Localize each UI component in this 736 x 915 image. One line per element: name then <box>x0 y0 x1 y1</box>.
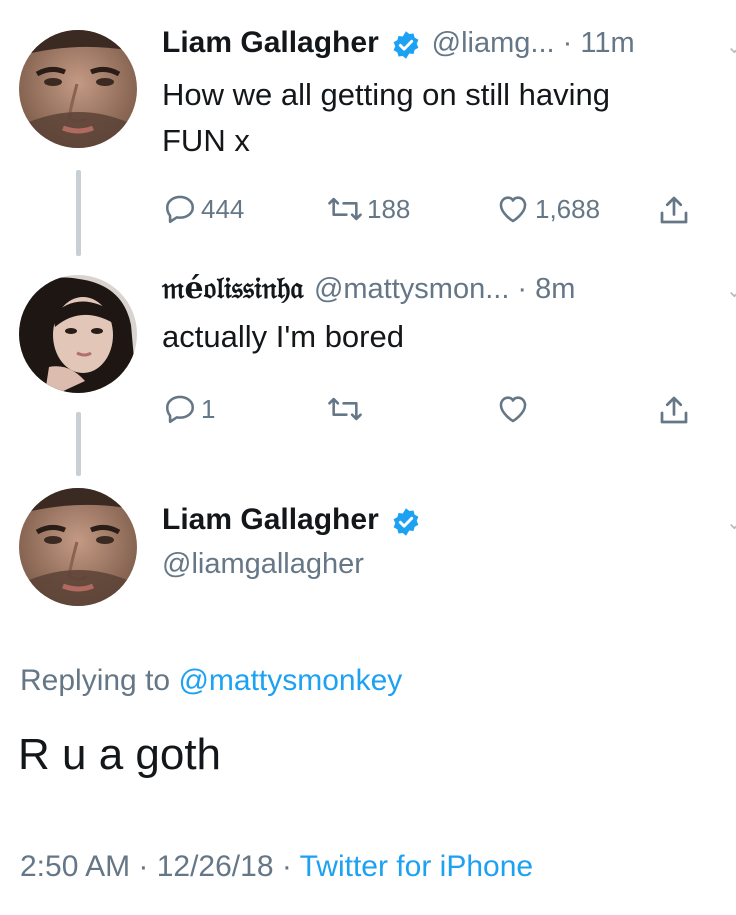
like-icon <box>495 192 531 226</box>
share-icon <box>656 392 692 428</box>
replying-to: Replying to @mattysmonkey <box>20 664 402 698</box>
like-button[interactable] <box>495 392 531 426</box>
author-name[interactable]: Liam Gallagher <box>162 26 379 59</box>
retweet-button[interactable] <box>325 392 365 426</box>
author-name[interactable]: Liam Gallagher <box>162 503 379 536</box>
author-handle[interactable]: @liamgallagher <box>162 548 364 581</box>
chevron-down-icon[interactable]: ⌄ <box>726 278 736 303</box>
tweet1-text: How we all getting on still having FUN x <box>162 77 611 158</box>
author-handle-time[interactable]: @liamg... · 11m <box>432 27 635 59</box>
main-tweet-text: R u a goth <box>18 730 222 779</box>
retweet-icon <box>325 192 365 226</box>
reply-icon <box>163 392 197 426</box>
author-handle-time[interactable]: @mattysmon... · 8m <box>314 273 575 305</box>
replying-to-link[interactable]: @mattysmonkey <box>178 664 402 697</box>
chevron-down-icon[interactable]: ⌄ <box>726 34 736 59</box>
author-name[interactable]: 𝔪é𝔬𝔩𝔦𝔰𝔰𝔦𝔫𝔥𝔞 <box>162 271 304 306</box>
tweet1-header: Liam Gallagher @liamg... · 11m <box>162 26 635 65</box>
reply-button[interactable]: 444 <box>163 192 244 226</box>
avatar-meolissinha[interactable] <box>19 275 137 393</box>
retweet-count: 188 <box>367 193 411 224</box>
reply-icon <box>163 192 197 226</box>
reply-count: 444 <box>201 193 245 224</box>
share-button[interactable] <box>656 192 692 228</box>
share-button[interactable] <box>656 392 692 428</box>
chevron-down-icon[interactable]: ⌄ <box>726 510 736 535</box>
retweet-button[interactable]: 188 <box>325 192 410 226</box>
verified-badge-icon <box>391 507 421 542</box>
replying-to-label: Replying to <box>20 664 179 697</box>
like-icon <box>495 392 531 426</box>
avatar-liam-gallagher[interactable] <box>19 488 137 606</box>
share-icon <box>656 192 692 228</box>
main-tweet-header: Liam Gallagher <box>162 503 421 542</box>
timestamp-text: 2:50 AM · 12/26/18 · <box>20 850 300 883</box>
thread-line <box>76 170 81 256</box>
thread-line <box>76 412 81 476</box>
retweet-icon <box>325 392 365 426</box>
like-count: 1,688 <box>535 193 601 224</box>
tweet-timestamp: 2:50 AM · 12/26/18 · Twitter for iPhone <box>20 850 533 884</box>
source-link[interactable]: Twitter for iPhone <box>300 850 533 883</box>
like-button[interactable]: 1,688 <box>495 192 600 226</box>
tweet2-header: 𝔪é𝔬𝔩𝔦𝔰𝔰𝔦𝔫𝔥𝔞 @mattysmon... · 8m <box>162 271 575 306</box>
verified-badge-icon <box>391 30 421 65</box>
reply-count: 1 <box>201 393 216 424</box>
tweet2-text: actually I'm bored <box>162 319 404 354</box>
avatar-liam-gallagher[interactable] <box>19 30 137 148</box>
reply-button[interactable]: 1 <box>163 392 215 426</box>
